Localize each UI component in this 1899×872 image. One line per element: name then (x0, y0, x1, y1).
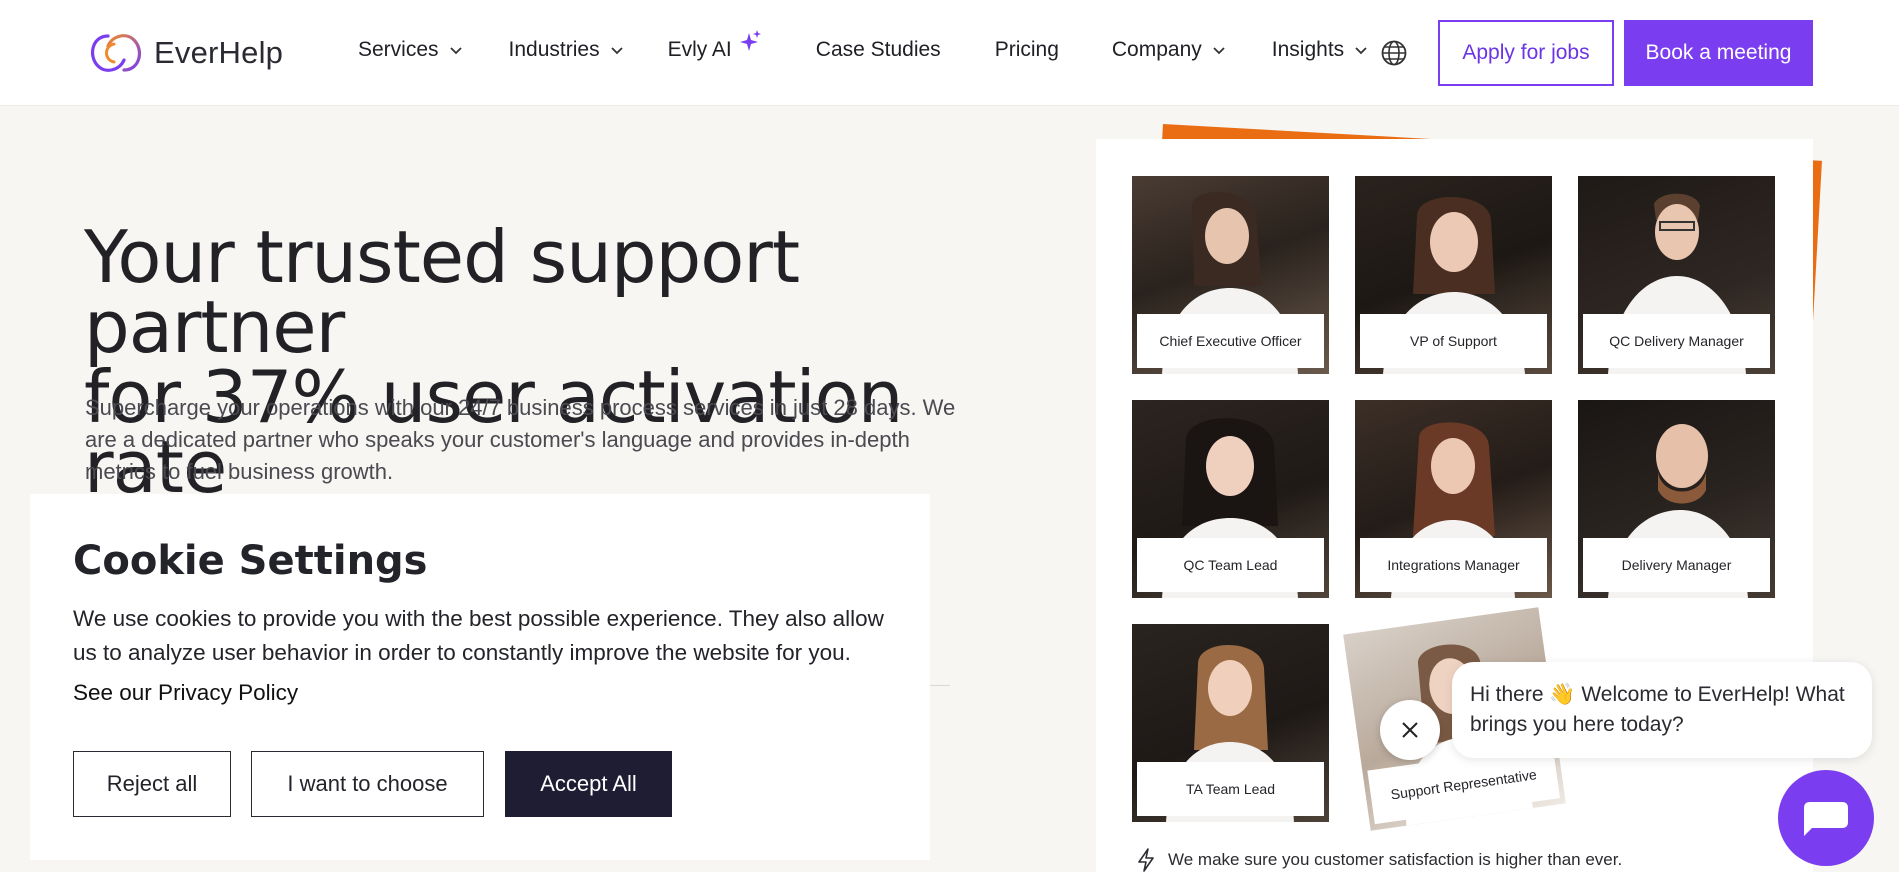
chevron-down-icon (1355, 47, 1367, 55)
team-member-role: Delivery Manager (1583, 538, 1770, 592)
apply-for-jobs-button[interactable]: Apply for jobs (1438, 20, 1614, 86)
cookie-title: Cookie Settings (73, 538, 428, 584)
team-tile: QC Team Lead (1132, 400, 1329, 598)
team-tile: Delivery Manager (1578, 400, 1775, 598)
chat-greeting-bubble[interactable]: Hi there 👋 Welcome to EverHelp! What bri… (1452, 662, 1872, 758)
logo-text: EverHelp (154, 35, 284, 70)
chat-launcher-button[interactable] (1778, 770, 1874, 866)
cookie-settings-dialog: Cookie Settings We use cookies to provid… (30, 494, 930, 860)
main-nav: Services Industries Evly AI Case Studies… (358, 30, 1368, 62)
site-header: EverHelp Services Industries Evly AI Cas… (0, 0, 1899, 106)
nav-services[interactable]: Services (358, 38, 463, 62)
accept-all-button[interactable]: Accept All (505, 751, 672, 817)
hero-title-line-1: Your trusted support partner (84, 215, 800, 369)
privacy-policy-link[interactable]: See our Privacy Policy (73, 680, 298, 706)
choose-cookies-button[interactable]: I want to choose (251, 751, 484, 817)
sparkle-icon (739, 30, 761, 51)
team-tile: TA Team Lead (1132, 624, 1329, 822)
cookie-description: We use cookies to provide you with the b… (73, 606, 884, 665)
chevron-down-icon (1213, 47, 1225, 55)
nav-evly-ai-label: Evly AI (667, 38, 732, 61)
nav-industries[interactable]: Industries (509, 38, 624, 62)
team-member-role: Chief Executive Officer (1137, 314, 1324, 368)
chevron-down-icon (449, 47, 462, 55)
nav-case-studies-label: Case Studies (815, 38, 941, 61)
team-member-role: QC Team Lead (1137, 538, 1324, 592)
nav-insights-label: Insights (1271, 38, 1345, 61)
globe-icon[interactable] (1380, 39, 1408, 67)
nav-company[interactable]: Company (1112, 38, 1226, 62)
nav-industries-label: Industries (508, 38, 600, 61)
everhelp-logo[interactable]: EverHelp (84, 30, 283, 76)
nav-case-studies[interactable]: Case Studies (816, 38, 941, 62)
team-member-role: VP of Support (1360, 314, 1547, 368)
chat-greeting-text: Hi there 👋 Welcome to EverHelp! What bri… (1470, 683, 1845, 736)
chat-icon (1804, 802, 1848, 836)
satisfaction-text: We make sure you customer satisfaction i… (1168, 850, 1623, 869)
nav-company-label: Company (1111, 38, 1202, 61)
team-member-role: Integrations Manager (1360, 538, 1547, 592)
hero-subtitle: Supercharge your operations with our 24/… (85, 395, 956, 484)
team-tile: VP of Support (1355, 176, 1552, 374)
nav-services-label: Services (358, 38, 439, 61)
team-member-role: TA Team Lead (1137, 762, 1324, 816)
lightning-icon (1138, 848, 1154, 872)
team-tile: Chief Executive Officer (1132, 176, 1329, 374)
close-chat-greeting-button[interactable] (1380, 700, 1440, 760)
chevron-down-icon (610, 47, 623, 55)
team-tile: Integrations Manager (1355, 400, 1552, 598)
close-icon (1402, 722, 1418, 738)
nav-evly-ai[interactable]: Evly AI (667, 30, 762, 62)
team-member-role: QC Delivery Manager (1583, 314, 1770, 368)
team-tile: QC Delivery Manager (1578, 176, 1775, 374)
book-meeting-button[interactable]: Book a meeting (1624, 20, 1813, 86)
nav-pricing-label: Pricing (994, 38, 1059, 61)
nav-insights[interactable]: Insights (1272, 38, 1368, 62)
reject-all-button[interactable]: Reject all (73, 751, 231, 817)
nav-pricing[interactable]: Pricing (995, 38, 1059, 62)
satisfaction-note: We make sure you customer satisfaction i… (1136, 848, 1622, 872)
everhelp-logo-icon (90, 34, 142, 72)
